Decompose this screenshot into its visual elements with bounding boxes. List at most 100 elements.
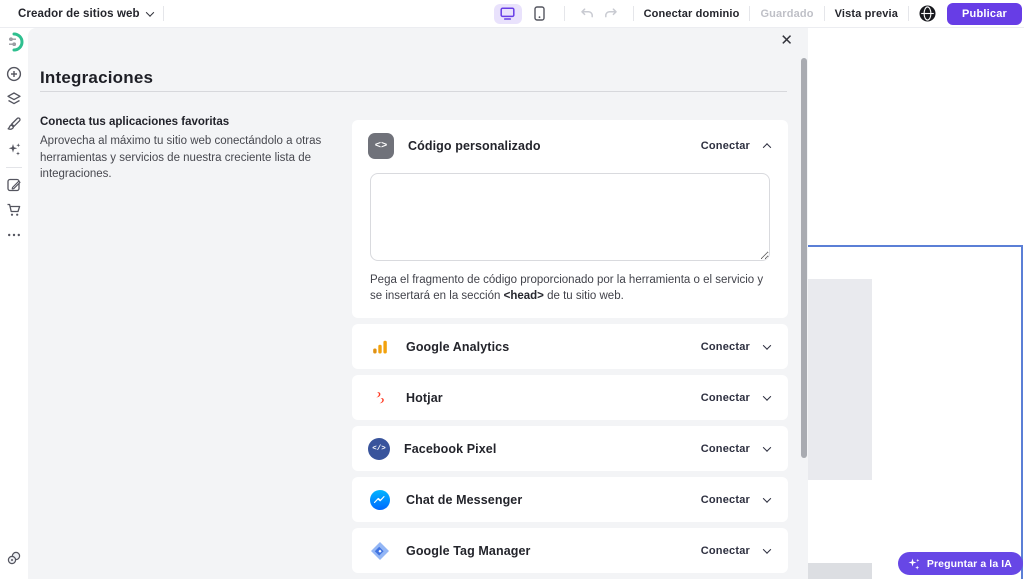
undo-button[interactable] bbox=[578, 5, 596, 23]
mobile-view-button[interactable] bbox=[526, 4, 554, 24]
builder-logo[interactable] bbox=[4, 32, 24, 57]
chevron-down-icon bbox=[763, 494, 771, 502]
sidebar-item-more[interactable] bbox=[6, 227, 22, 243]
more-dots-icon bbox=[6, 227, 22, 243]
canvas-placeholder-block bbox=[808, 563, 872, 579]
divider bbox=[749, 6, 750, 21]
integrations-list: <> Código personalizado Conectar Pega el… bbox=[352, 120, 788, 573]
panel-scrollbar[interactable] bbox=[801, 58, 807, 458]
title-divider bbox=[40, 91, 787, 92]
sidebar-item-add[interactable] bbox=[6, 66, 22, 82]
divider bbox=[633, 6, 634, 21]
redo-icon bbox=[604, 7, 618, 20]
layers-icon bbox=[6, 91, 22, 107]
integration-row-hotjar[interactable]: Hotjar Conectar bbox=[352, 375, 788, 420]
hotjar-icon bbox=[368, 386, 392, 410]
sparkles-icon bbox=[6, 141, 22, 157]
connect-label[interactable]: Conectar bbox=[701, 545, 750, 557]
sidebar-item-design[interactable] bbox=[6, 116, 22, 132]
connect-label[interactable]: Conectar bbox=[701, 392, 750, 404]
sidebar-item-pages[interactable] bbox=[6, 91, 22, 107]
chevron-down-icon bbox=[763, 341, 771, 349]
custom-code-header[interactable]: <> Código personalizado Conectar bbox=[352, 120, 788, 172]
cookie-settings-button[interactable] bbox=[6, 550, 22, 571]
sidebar-item-store[interactable] bbox=[6, 202, 22, 218]
topbar: Creador de sitios web bbox=[0, 0, 1024, 28]
panel-title: Integraciones bbox=[40, 68, 153, 88]
ask-ai-label: Preguntar a la IA bbox=[927, 558, 1012, 570]
intro-body: Aprovecha al máximo tu sitio web conectá… bbox=[40, 133, 352, 183]
paintbrush-icon bbox=[6, 116, 22, 132]
help-text: de tu sitio web. bbox=[544, 290, 624, 302]
app-switcher[interactable]: Creador de sitios web bbox=[18, 8, 153, 20]
sidebar-item-blog[interactable] bbox=[6, 177, 22, 193]
sidebar-divider bbox=[6, 167, 22, 168]
connect-toggle[interactable]: Conectar bbox=[701, 392, 770, 404]
custom-code-input[interactable] bbox=[370, 173, 770, 261]
chevron-down-icon bbox=[763, 443, 771, 451]
connect-toggle[interactable]: Conectar bbox=[701, 545, 770, 557]
globe-icon bbox=[919, 5, 936, 22]
connect-label[interactable]: Conectar bbox=[701, 494, 750, 506]
intro-heading: Conecta tus aplicaciones favoritas bbox=[40, 116, 352, 128]
integration-name: Google Tag Manager bbox=[406, 544, 531, 558]
builder-logo-icon bbox=[4, 32, 24, 52]
connect-toggle[interactable]: Conectar bbox=[701, 494, 770, 506]
head-tag-text: <head> bbox=[504, 290, 544, 302]
connect-label[interactable]: Conectar bbox=[701, 443, 750, 455]
integration-name: Hotjar bbox=[406, 391, 443, 405]
intro-text: Conecta tus aplicaciones favoritas Aprov… bbox=[40, 116, 352, 183]
connect-toggle[interactable]: Conectar bbox=[701, 140, 770, 152]
connect-label[interactable]: Conectar bbox=[701, 140, 750, 152]
chevron-down-icon bbox=[763, 392, 771, 400]
messenger-icon bbox=[368, 488, 392, 512]
mobile-icon bbox=[534, 6, 545, 21]
custom-code-help: Pega el fragmento de código proporcionad… bbox=[370, 272, 770, 304]
redo-button[interactable] bbox=[602, 5, 620, 23]
desktop-view-button[interactable] bbox=[494, 4, 522, 24]
site-canvas[interactable] bbox=[808, 28, 1024, 579]
integrations-panel: ✕ Integraciones Conecta tus aplicaciones… bbox=[28, 28, 808, 579]
saved-status: Guardado bbox=[760, 8, 813, 20]
integration-name: Facebook Pixel bbox=[404, 442, 496, 456]
divider bbox=[564, 6, 565, 21]
integration-row-messenger[interactable]: Chat de Messenger Conectar bbox=[352, 477, 788, 522]
custom-code-icon: <> bbox=[368, 133, 394, 159]
connect-toggle[interactable]: Conectar bbox=[701, 443, 770, 455]
google-analytics-icon bbox=[368, 335, 392, 359]
connect-label[interactable]: Conectar bbox=[701, 341, 750, 353]
integration-name: Chat de Messenger bbox=[406, 493, 522, 507]
topbar-controls: Conectar dominio Guardado Vista previa P… bbox=[494, 3, 1024, 25]
integration-row-google-tag-manager[interactable]: Google Tag Manager Conectar bbox=[352, 528, 788, 573]
divider bbox=[824, 6, 825, 21]
integration-row-facebook-pixel[interactable]: </> Facebook Pixel Conectar bbox=[352, 426, 788, 471]
shopping-cart-icon bbox=[6, 202, 22, 218]
integration-name: Google Analytics bbox=[406, 340, 509, 354]
divider bbox=[908, 6, 909, 21]
sparkles-icon bbox=[907, 557, 921, 571]
integration-card-custom-code: <> Código personalizado Conectar Pega el… bbox=[352, 120, 788, 318]
ask-ai-button[interactable]: Preguntar a la IA bbox=[898, 552, 1023, 575]
language-globe-button[interactable] bbox=[919, 5, 937, 23]
divider bbox=[163, 6, 164, 21]
connect-domain-button[interactable]: Conectar dominio bbox=[644, 8, 740, 20]
connect-toggle[interactable]: Conectar bbox=[701, 341, 770, 353]
preview-button[interactable]: Vista previa bbox=[835, 8, 898, 20]
integration-name: Código personalizado bbox=[408, 139, 541, 153]
sidebar-item-ai[interactable] bbox=[6, 141, 22, 157]
undo-icon bbox=[580, 7, 594, 20]
app-title: Creador de sitios web bbox=[18, 8, 140, 20]
blog-edit-icon bbox=[6, 177, 22, 193]
chevron-up-icon bbox=[763, 143, 771, 151]
publish-button[interactable]: Publicar bbox=[947, 3, 1022, 25]
cookies-icon bbox=[6, 550, 22, 566]
integration-row-google-analytics[interactable]: Google Analytics Conectar bbox=[352, 324, 788, 369]
builder-sidebar bbox=[0, 28, 28, 579]
close-icon[interactable]: ✕ bbox=[780, 33, 793, 48]
google-tag-manager-icon bbox=[368, 539, 392, 563]
desktop-icon bbox=[500, 7, 515, 20]
facebook-pixel-icon: </> bbox=[368, 438, 390, 460]
add-circle-icon bbox=[6, 66, 22, 82]
canvas-placeholder-block bbox=[808, 279, 872, 480]
chevron-down-icon bbox=[145, 8, 153, 16]
